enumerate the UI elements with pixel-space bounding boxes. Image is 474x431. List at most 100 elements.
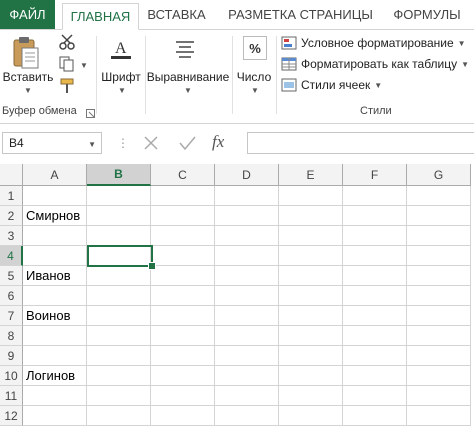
cell-d4[interactable]	[215, 246, 279, 266]
cell-e10[interactable]	[279, 366, 343, 386]
column-header-a[interactable]: A	[23, 164, 87, 186]
row-header-11[interactable]: 11	[0, 386, 23, 406]
enter-icon[interactable]	[175, 131, 199, 158]
percent-icon[interactable]: %	[243, 36, 267, 60]
cell-g5[interactable]	[407, 266, 471, 286]
cell-e4[interactable]	[279, 246, 343, 266]
cell-c5[interactable]	[151, 266, 215, 286]
cell-g11[interactable]	[407, 386, 471, 406]
format-painter-icon[interactable]	[58, 77, 76, 98]
row-header-2[interactable]: 2	[0, 206, 23, 226]
cell-f4[interactable]	[343, 246, 407, 266]
clipboard-launcher-icon[interactable]	[86, 107, 95, 121]
tab-home[interactable]: ГЛАВНАЯ	[62, 3, 139, 30]
cell-f2[interactable]	[343, 206, 407, 226]
cell-b7[interactable]	[87, 306, 151, 326]
cell-g1[interactable]	[407, 186, 471, 206]
row-header-1[interactable]: 1	[0, 186, 23, 206]
cell-c9[interactable]	[151, 346, 215, 366]
row-header-4[interactable]: 4	[0, 246, 23, 266]
row-header-3[interactable]: 3	[0, 226, 23, 246]
cell-a9[interactable]	[23, 346, 87, 366]
cell-g9[interactable]	[407, 346, 471, 366]
number-button[interactable]: Число	[234, 70, 274, 84]
row-header-12[interactable]: 12	[0, 406, 23, 426]
column-header-f[interactable]: F	[343, 164, 407, 186]
cell-b6[interactable]	[87, 286, 151, 306]
tab-page-layout[interactable]: РАЗМЕТКА СТРАНИЦЫ	[222, 0, 379, 29]
row-header-6[interactable]: 6	[0, 286, 23, 306]
cell-c11[interactable]	[151, 386, 215, 406]
tab-file[interactable]: ФАЙЛ	[0, 0, 55, 29]
font-button[interactable]: Шрифт	[98, 70, 144, 84]
formula-input[interactable]	[247, 132, 474, 154]
paste-icon[interactable]	[10, 36, 42, 73]
cell-styles-button[interactable]: Стили ячеек ▼	[281, 75, 382, 95]
cell-d12[interactable]	[215, 406, 279, 426]
cell-c6[interactable]	[151, 286, 215, 306]
cell-d3[interactable]	[215, 226, 279, 246]
cancel-icon[interactable]	[139, 131, 163, 158]
cell-d5[interactable]	[215, 266, 279, 286]
cell-g3[interactable]	[407, 226, 471, 246]
row-header-7[interactable]: 7	[0, 306, 23, 326]
format-as-table-button[interactable]: Форматировать как таблицу ▼	[281, 54, 469, 74]
cell-g2[interactable]	[407, 206, 471, 226]
cell-f10[interactable]	[343, 366, 407, 386]
cell-a6[interactable]	[23, 286, 87, 306]
cell-c2[interactable]	[151, 206, 215, 226]
cell-b1[interactable]	[87, 186, 151, 206]
cell-a2[interactable]: Смирнов	[23, 206, 87, 226]
cell-b9[interactable]	[87, 346, 151, 366]
cell-d10[interactable]	[215, 366, 279, 386]
cell-d2[interactable]	[215, 206, 279, 226]
conditional-formatting-button[interactable]: Условное форматирование ▼	[281, 33, 466, 53]
cell-g4[interactable]	[407, 246, 471, 266]
cell-d9[interactable]	[215, 346, 279, 366]
cell-e11[interactable]	[279, 386, 343, 406]
cell-f3[interactable]	[343, 226, 407, 246]
font-dropdown-icon[interactable]: ▼	[118, 86, 126, 95]
cell-g8[interactable]	[407, 326, 471, 346]
cell-f8[interactable]	[343, 326, 407, 346]
cell-f9[interactable]	[343, 346, 407, 366]
cell-g10[interactable]	[407, 366, 471, 386]
row-header-10[interactable]: 10	[0, 366, 23, 386]
cell-b3[interactable]	[87, 226, 151, 246]
copy-dropdown-icon[interactable]: ▼	[80, 61, 88, 70]
cell-f11[interactable]	[343, 386, 407, 406]
cell-g6[interactable]	[407, 286, 471, 306]
paste-button[interactable]: Вставить	[2, 70, 54, 84]
cell-e9[interactable]	[279, 346, 343, 366]
name-box[interactable]: B4 ▼	[2, 132, 102, 154]
cell-b2[interactable]	[87, 206, 151, 226]
column-header-e[interactable]: E	[279, 164, 343, 186]
cell-e7[interactable]	[279, 306, 343, 326]
cell-e8[interactable]	[279, 326, 343, 346]
insert-function-icon[interactable]: fx	[212, 132, 224, 152]
cell-e12[interactable]	[279, 406, 343, 426]
cell-a3[interactable]	[23, 226, 87, 246]
tab-formulas[interactable]: ФОРМУЛЫ	[386, 0, 468, 29]
name-box-dropdown-icon[interactable]: ▼	[88, 140, 96, 149]
cell-f1[interactable]	[343, 186, 407, 206]
cell-a10[interactable]: Логинов	[23, 366, 87, 386]
column-header-g[interactable]: G	[407, 164, 471, 186]
cell-d7[interactable]	[215, 306, 279, 326]
alignment-icon[interactable]	[172, 36, 198, 65]
cell-c8[interactable]	[151, 326, 215, 346]
cell-b5[interactable]	[87, 266, 151, 286]
cell-d8[interactable]	[215, 326, 279, 346]
cell-c7[interactable]	[151, 306, 215, 326]
cell-e5[interactable]	[279, 266, 343, 286]
select-all-corner[interactable]	[0, 164, 23, 186]
cell-d11[interactable]	[215, 386, 279, 406]
cell-c10[interactable]	[151, 366, 215, 386]
copy-icon[interactable]	[58, 55, 76, 76]
row-header-5[interactable]: 5	[0, 266, 23, 286]
alignment-dropdown-icon[interactable]: ▼	[184, 86, 192, 95]
cell-a12[interactable]	[23, 406, 87, 426]
number-dropdown-icon[interactable]: ▼	[251, 86, 259, 95]
cell-d1[interactable]	[215, 186, 279, 206]
cell-b11[interactable]	[87, 386, 151, 406]
